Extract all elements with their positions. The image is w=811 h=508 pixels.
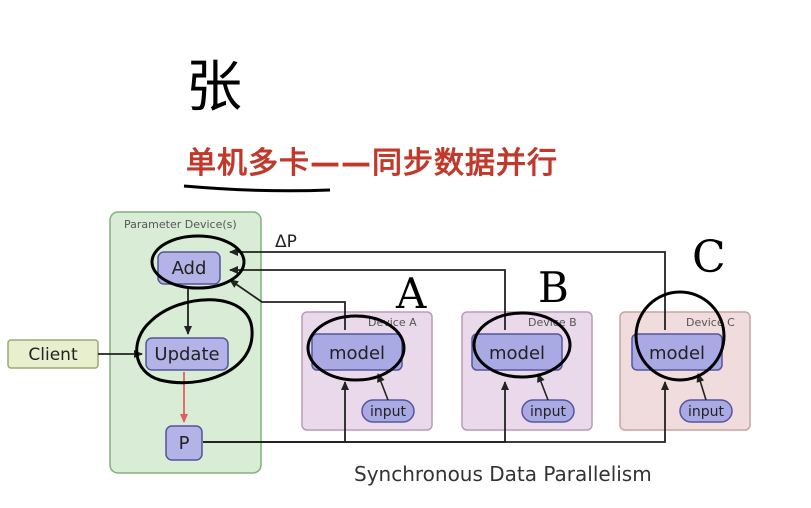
parallelism-diagram: 张 Parameter Device(s) Device A Device B …	[7, 55, 751, 474]
input-a-label: input	[370, 404, 407, 420]
delta-p-label: ΔP	[275, 232, 297, 252]
handwritten-note-text: 张	[186, 55, 242, 120]
client-node-label: Client	[28, 345, 78, 365]
input-b-label: input	[530, 404, 567, 420]
handwritten-underline	[183, 184, 331, 193]
model-c-label: model	[649, 343, 705, 364]
add-node-label: Add	[172, 258, 207, 279]
gradient-lines	[229, 248, 666, 330]
annotation-a: A	[395, 269, 427, 318]
parameter-devices-label: Parameter Device(s)	[124, 218, 237, 231]
annotation-b: B	[538, 263, 569, 312]
annotation-c: C	[692, 232, 726, 283]
diagram-caption: Synchronous Data Parallelism	[354, 462, 652, 486]
update-node-label: Update	[154, 344, 219, 365]
device-c-label: Device C	[686, 316, 735, 329]
device-b-label: Device B	[528, 316, 577, 329]
handwritten-note: 张	[183, 55, 331, 193]
model-b-label: model	[489, 343, 545, 364]
gradient-line-c	[229, 248, 666, 330]
param-distribution-lines	[203, 381, 669, 443]
model-a-label: model	[329, 343, 385, 364]
p-node-label: P	[179, 433, 190, 454]
p-line-c	[203, 381, 669, 443]
input-c-label: input	[688, 404, 725, 420]
